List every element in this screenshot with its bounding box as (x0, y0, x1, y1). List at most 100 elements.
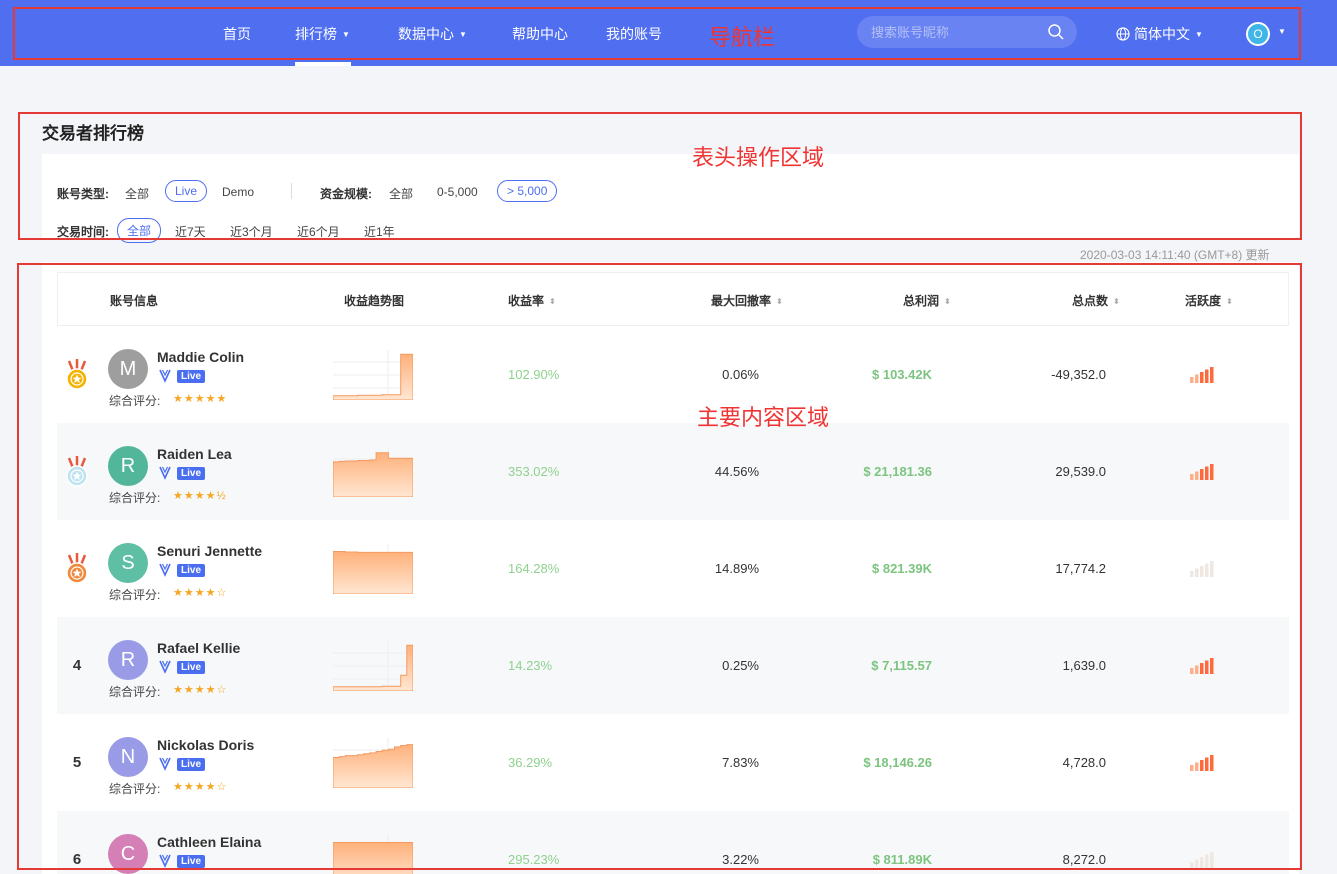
activity-bar (1210, 658, 1214, 674)
total-points: 17,774.2 (1055, 561, 1106, 576)
activity-bar (1190, 765, 1194, 771)
sort-icon: ⬍ (1113, 297, 1120, 306)
activity-bar (1190, 571, 1194, 577)
avatar[interactable]: C (108, 834, 148, 874)
activity-level-icon (1190, 561, 1214, 577)
total-points: -49,352.0 (1051, 367, 1106, 382)
max-drawdown: 0.06% (722, 367, 759, 382)
verified-icon (159, 563, 171, 577)
chevron-down-icon: ▼ (342, 30, 350, 39)
chevron-down-icon[interactable]: ▼ (1278, 27, 1286, 36)
rating-label: 综合评分: (109, 491, 161, 505)
nav-leaderboard[interactable]: 排行榜 ▼ (295, 24, 350, 44)
trader-name[interactable]: Nickolas Doris (157, 737, 254, 753)
col-drawdown[interactable]: 最大回撤率 ⬍ (711, 292, 783, 309)
user-avatar[interactable]: O (1246, 22, 1270, 46)
trader-name[interactable]: Senuri Jennette (157, 543, 262, 559)
trader-name[interactable]: Cathleen Elaina (157, 834, 261, 850)
activity-bar (1200, 469, 1204, 480)
rating-stars: ★★★★☆ (173, 684, 228, 696)
filter-account-live[interactable]: Live (165, 180, 208, 202)
rating-label: 综合评分: (109, 588, 161, 602)
filter-account-demo[interactable]: Demo (222, 185, 254, 199)
filter-time-7d[interactable]: 近7天 (175, 223, 206, 240)
medal-gold-icon (66, 359, 88, 390)
nav-help-center[interactable]: 帮助中心 (512, 24, 568, 44)
filter-time-3m[interactable]: 近3个月 (230, 223, 273, 240)
filter-account-all[interactable]: 全部 (125, 185, 149, 202)
nav-home[interactable]: 首页 (223, 24, 251, 44)
return-rate: 164.28% (508, 561, 560, 576)
col-profit[interactable]: 总利润 ⬍ (903, 292, 951, 309)
activity-bar (1200, 566, 1204, 577)
activity-bar (1210, 367, 1214, 383)
update-timestamp: 2020-03-03 14:11:40 (GMT+8) 更新 (1080, 248, 1270, 262)
col-account: 账号信息 (110, 294, 159, 308)
return-trend-chart[interactable] (333, 835, 413, 874)
return-trend-chart[interactable] (333, 350, 413, 400)
trader-name[interactable]: Raiden Lea (157, 446, 232, 462)
rank-number: 4 (72, 657, 82, 674)
table-row[interactable]: R Raiden Lea Live 综合评分: ★★★★½ 353.02% 44.56% $ … (57, 423, 1289, 520)
rating-stars: ★★★★½ (173, 490, 227, 502)
activity-bar (1190, 862, 1194, 868)
sort-icon: ⬍ (1226, 297, 1233, 306)
avatar[interactable]: N (108, 737, 148, 777)
avatar[interactable]: R (108, 446, 148, 486)
activity-level-icon (1190, 658, 1214, 674)
activity-bar (1190, 668, 1194, 674)
trade-time-label: 交易时间: (57, 225, 109, 239)
col-points[interactable]: 总点数 ⬍ (1072, 292, 1120, 309)
total-points: 29,539.0 (1055, 464, 1106, 479)
rating-stars: ★★★★★ (173, 393, 228, 405)
activity-bar (1195, 471, 1199, 480)
trader-name[interactable]: Rafael Kellie (157, 640, 240, 656)
activity-bar (1195, 762, 1199, 771)
page-title: 交易者排行榜 (42, 124, 144, 143)
activity-bar (1205, 757, 1209, 771)
table-row[interactable]: 5 N Nickolas Doris Live 综合评分: ★★★★☆ 36.29% 7.83… (57, 714, 1289, 811)
activity-bar (1210, 852, 1214, 868)
search-icon[interactable] (1047, 23, 1065, 41)
table-row[interactable]: S Senuri Jennette Live 综合评分: ★★★★☆ 164.28% 14.… (57, 520, 1289, 617)
table-row[interactable]: 6CCathleen ElainaLive综合评分:★★★★☆295.23%3.… (57, 811, 1289, 874)
search-box[interactable] (857, 16, 1077, 48)
total-points: 1,639.0 (1062, 658, 1106, 673)
avatar[interactable]: S (108, 543, 148, 583)
filter-time-6m[interactable]: 近6个月 (297, 223, 340, 240)
avatar[interactable]: M (108, 349, 148, 389)
return-rate: 102.90% (508, 367, 560, 382)
filter-time-all[interactable]: 全部 (117, 218, 162, 243)
col-activity[interactable]: 活跃度 ⬍ (1185, 292, 1233, 309)
verified-icon (159, 660, 171, 674)
filter-time-1y[interactable]: 近1年 (364, 223, 395, 240)
table-row[interactable]: 4 R Rafael Kellie Live 综合评分: ★★★★☆ 14.23% 0.25%… (57, 617, 1289, 714)
return-rate: 353.02% (508, 464, 560, 479)
annotation-navbar: 导航栏 (709, 25, 776, 50)
filter-fund-all[interactable]: 全部 (389, 185, 413, 202)
col-return[interactable]: 收益率 ⬍ (508, 292, 556, 309)
return-trend-chart[interactable] (333, 544, 413, 594)
return-trend-chart[interactable] (333, 738, 413, 788)
activity-bar (1195, 374, 1199, 383)
activity-bar (1195, 665, 1199, 674)
return-rate: 295.23% (508, 852, 560, 867)
annotation-header: 表头操作区域 (692, 145, 825, 170)
avatar[interactable]: R (108, 640, 148, 680)
filter-fund-over-5000[interactable]: > 5,000 (497, 180, 558, 202)
search-input[interactable] (871, 23, 1036, 41)
filter-fund-0-5000[interactable]: 0-5,000 (437, 185, 478, 199)
total-points: 4,728.0 (1062, 755, 1106, 770)
trader-name[interactable]: Maddie Colin (157, 349, 244, 365)
live-badge: Live (177, 758, 206, 771)
return-trend-chart[interactable] (333, 641, 413, 691)
verified-icon (159, 854, 171, 868)
language-label: 简体中文 (1134, 26, 1190, 42)
language-selector[interactable]: 简体中文 ▼ (1116, 24, 1203, 44)
nav-data-center[interactable]: 数据中心 ▼ (398, 24, 467, 44)
table-row[interactable]: M Maddie Colin Live 综合评分: ★★★★★ 102.90% 0.06% $… (57, 326, 1289, 423)
return-trend-chart[interactable] (333, 447, 413, 497)
active-tab-indicator (295, 62, 351, 66)
nav-my-account[interactable]: 我的账号 (606, 24, 662, 44)
activity-bar (1195, 859, 1199, 868)
